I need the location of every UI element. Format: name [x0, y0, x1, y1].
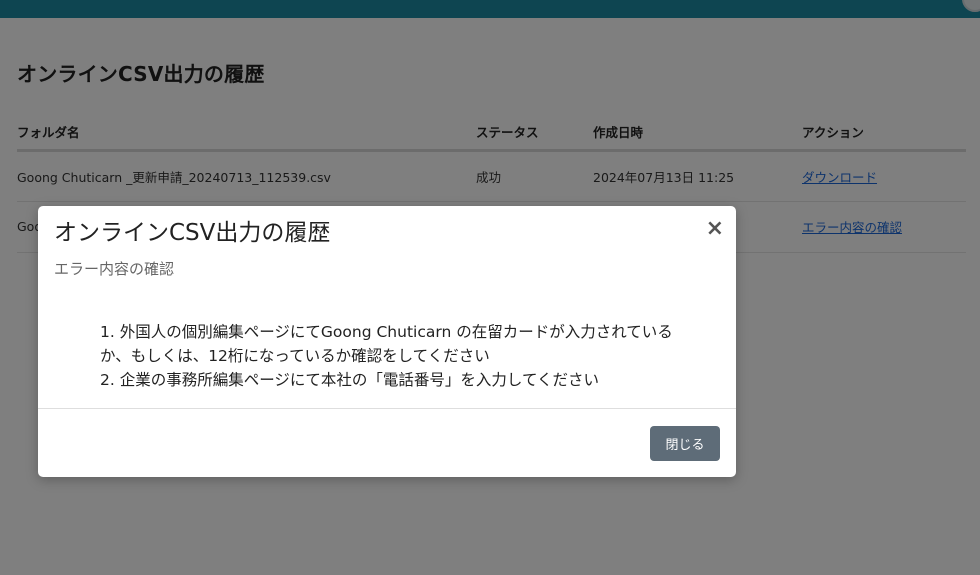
- modal-title: オンラインCSV出力の履歴: [54, 220, 331, 246]
- error-item: 2. 企業の事務所編集ページにて本社の「電話番号」を入力してください: [100, 371, 599, 389]
- modal-header: オンラインCSV出力の履歴 エラー内容の確認 ×: [38, 206, 736, 294]
- error-item: 1. 外国人の個別編集ページにてGoong Chuticarn の在留カードが入…: [100, 323, 673, 365]
- error-details-modal: オンラインCSV出力の履歴 エラー内容の確認 × 1. 外国人の個別編集ページに…: [38, 206, 736, 477]
- error-list: 1. 外国人の個別編集ページにてGoong Chuticarn の在留カードが入…: [100, 320, 674, 392]
- modal-footer: 閉じる: [38, 408, 736, 477]
- close-icon[interactable]: ×: [706, 218, 724, 240]
- modal-body: 1. 外国人の個別編集ページにてGoong Chuticarn の在留カードが入…: [38, 294, 736, 408]
- modal-subtitle: エラー内容の確認: [54, 260, 175, 278]
- close-button[interactable]: 閉じる: [650, 426, 720, 461]
